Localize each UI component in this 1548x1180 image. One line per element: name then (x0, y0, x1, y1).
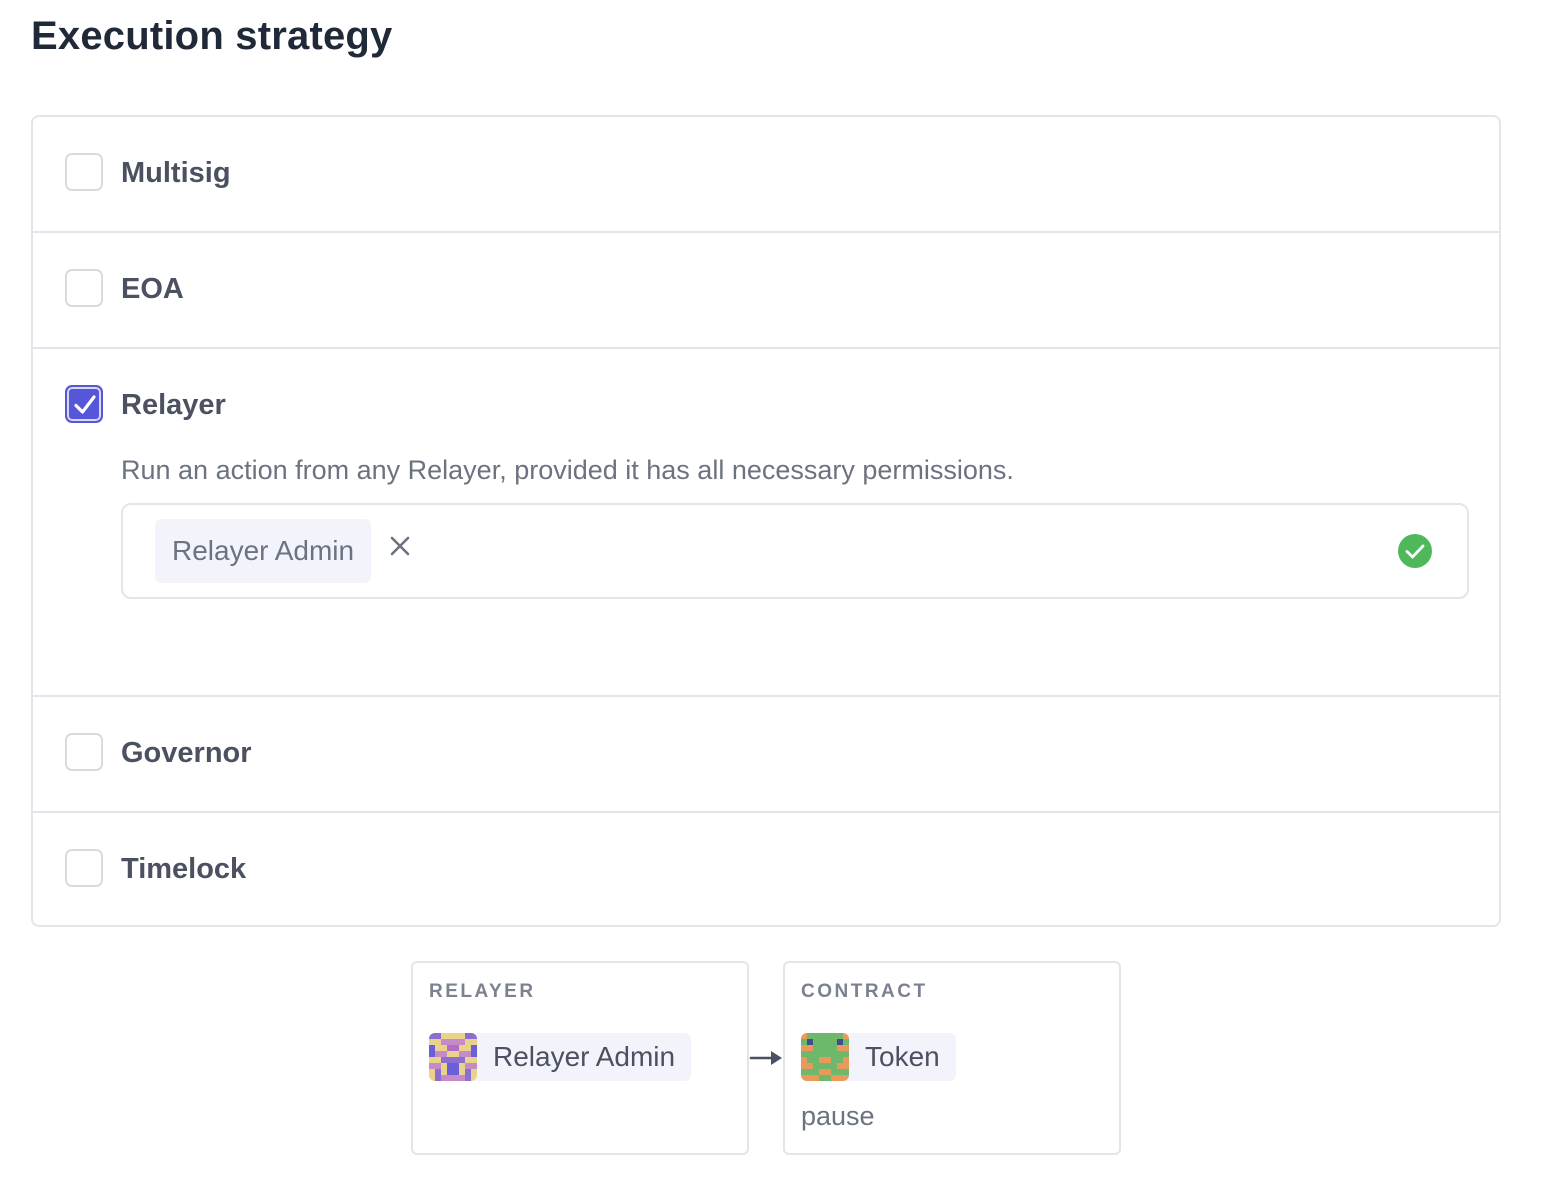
relayer-avatar (429, 1033, 477, 1081)
relayer-description: Run an action from any Relayer, provided… (121, 455, 1014, 485)
option-multisig: Multisig (33, 117, 1499, 233)
option-eoa: EOA (33, 233, 1499, 349)
contract-card-heading: CONTRACT (801, 981, 928, 1002)
relayer-select[interactable]: Relayer Admin (121, 503, 1469, 599)
relayer-entity[interactable]: Relayer Admin (429, 1033, 692, 1081)
option-label[interactable]: Timelock (121, 853, 246, 886)
check-circle-icon (1398, 534, 1432, 568)
close-icon[interactable] (389, 535, 411, 557)
option-governor: Governor (33, 697, 1499, 813)
relayer-name: Relayer Admin (493, 1041, 676, 1072)
page-title: Execution strategy (31, 14, 393, 58)
execution-strategy-options: Multisig EOA Relayer Run an action from … (31, 115, 1501, 927)
timelock-checkbox[interactable] (65, 849, 103, 887)
option-relayer: Relayer Run an action from any Relayer, … (33, 349, 1499, 697)
option-timelock: Timelock (33, 813, 1499, 929)
option-label[interactable]: Governor (121, 737, 252, 770)
governor-checkbox[interactable] (65, 733, 103, 771)
multisig-checkbox[interactable] (65, 153, 103, 191)
arrow-right-icon (749, 1051, 782, 1065)
contract-avatar (801, 1033, 849, 1081)
checkmark-icon (74, 395, 96, 414)
contract-method: pause (801, 1101, 875, 1131)
option-label[interactable]: EOA (121, 273, 184, 306)
relayer-card-heading: RELAYER (429, 981, 536, 1002)
eoa-checkbox[interactable] (65, 269, 103, 307)
option-label[interactable]: Relayer (121, 389, 226, 422)
contract-entity[interactable]: Token (801, 1033, 956, 1081)
contract-card: CONTRACT Token pause (783, 961, 1121, 1155)
relayer-card: RELAYER Relayer Admin (411, 961, 749, 1155)
relayer-checkbox[interactable] (65, 385, 103, 423)
selected-relayer-tag: Relayer Admin (155, 519, 372, 583)
option-label[interactable]: Multisig (121, 157, 231, 190)
contract-name: Token (865, 1041, 940, 1072)
